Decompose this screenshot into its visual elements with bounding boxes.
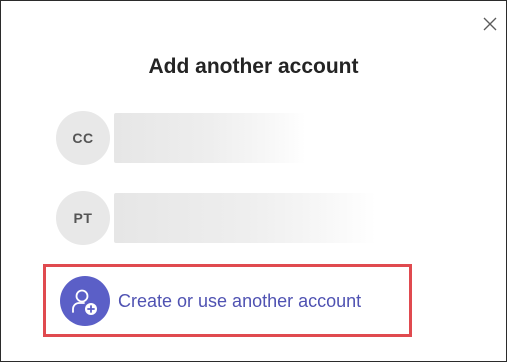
add-person-icon xyxy=(72,289,97,315)
create-account-avatar xyxy=(60,276,110,326)
create-account-button[interactable]: Create or use another account xyxy=(60,276,405,328)
avatar: PT xyxy=(56,191,110,245)
add-account-dialog: Add another account CC PT Create or use … xyxy=(0,0,507,362)
avatar: CC xyxy=(56,111,110,165)
account-item[interactable]: PT xyxy=(56,191,456,247)
dialog-title: Add another account xyxy=(148,55,359,78)
redacted-account-name xyxy=(114,113,306,163)
redacted-account-name xyxy=(114,193,376,243)
account-item[interactable]: CC xyxy=(56,111,456,167)
create-account-label: Create or use another account xyxy=(118,291,362,311)
close-button[interactable] xyxy=(481,15,499,33)
close-icon xyxy=(483,17,497,31)
